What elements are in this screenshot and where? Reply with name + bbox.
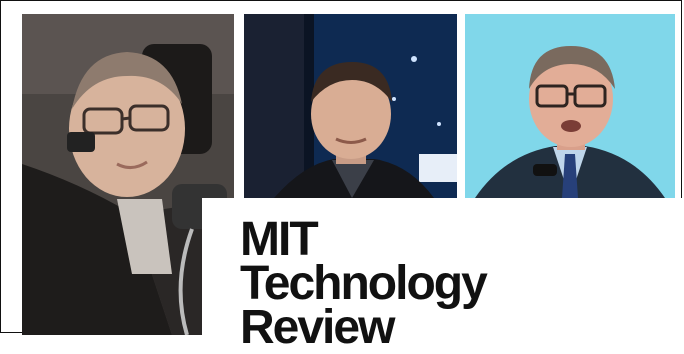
- photo-person-center: [244, 14, 457, 198]
- logo-line-review: Review: [240, 301, 395, 354]
- logo-panel: MIT Technology Review: [202, 198, 682, 352]
- photo-person-right: [465, 14, 675, 198]
